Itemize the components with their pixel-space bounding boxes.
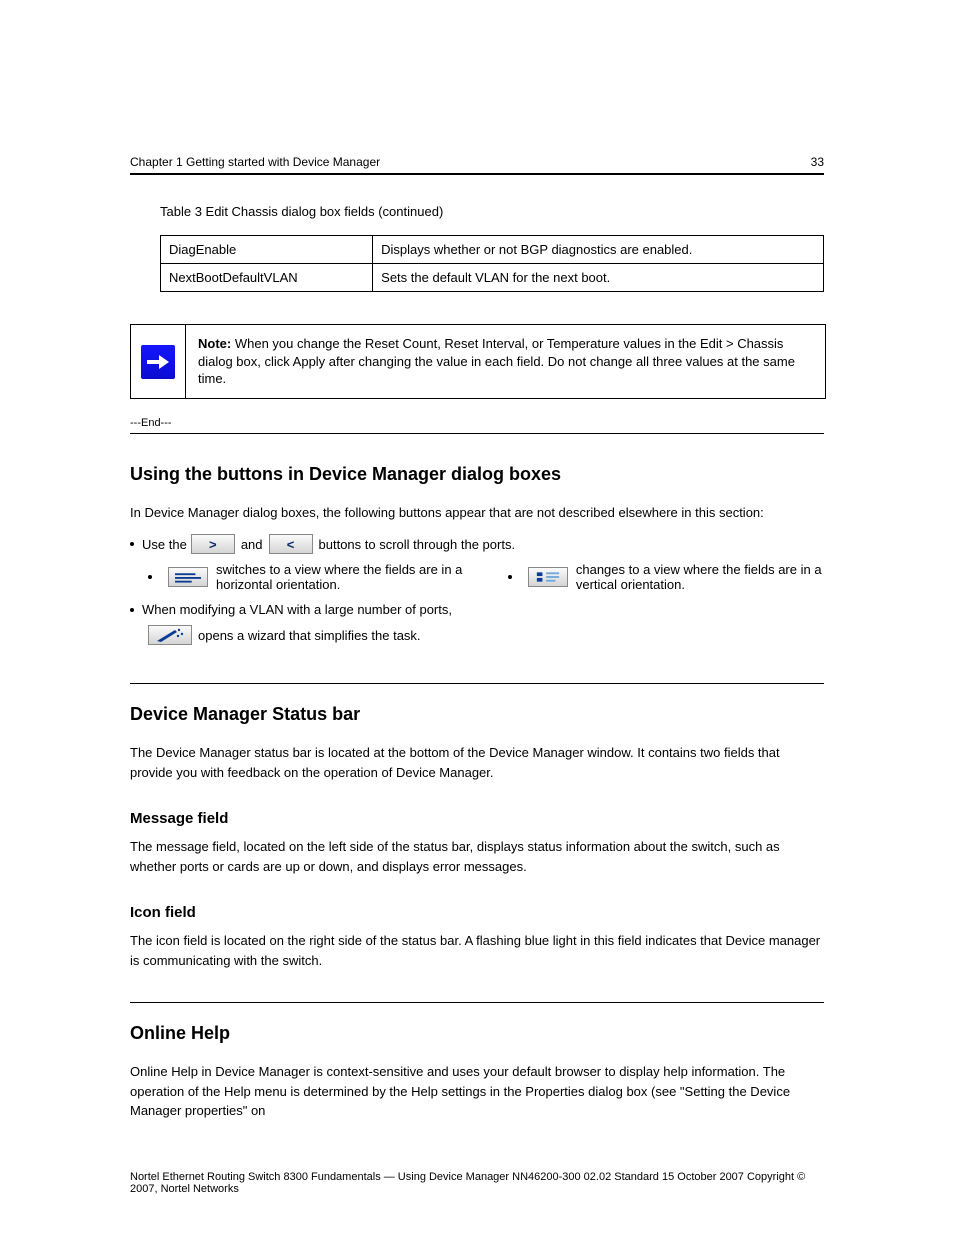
- section-intro: In Device Manager dialog boxes, the foll…: [130, 503, 824, 523]
- subsection-heading: Icon field: [130, 904, 824, 921]
- vertical-view-icon: [528, 567, 568, 587]
- section-rule: [130, 1002, 824, 1003]
- paragraph: Online Help in Device Manager is context…: [130, 1062, 824, 1121]
- cell-field-label: DiagEnable: [161, 236, 373, 264]
- bullet-dot: [148, 575, 152, 579]
- note-box: Note: When you change the Reset Count, R…: [130, 324, 826, 399]
- section-heading: Device Manager Status bar: [130, 704, 824, 725]
- horizontal-view-icon: [168, 567, 208, 587]
- cell-field-label: NextBootDefaultVLAN: [161, 264, 373, 292]
- table-row: NextBootDefaultVLAN Sets the default VLA…: [161, 264, 824, 292]
- section-rule: [130, 433, 824, 434]
- subsection-heading: Message field: [130, 810, 824, 827]
- paragraph: The Device Manager status bar is located…: [130, 743, 824, 782]
- header-rule: [130, 173, 824, 175]
- fields-table: DiagEnable Displays whether or not BGP d…: [160, 235, 824, 292]
- arrow-right-icon: [141, 345, 175, 379]
- paragraph: The icon field is located on the right s…: [130, 931, 824, 970]
- wizard-icon: [148, 625, 192, 645]
- note-text: Note: When you change the Reset Count, R…: [186, 325, 825, 398]
- bullet-dot: [130, 542, 134, 546]
- prev-button-icon: <: [269, 534, 313, 554]
- cell-field-desc: Displays whether or not BGP diagnostics …: [373, 236, 824, 264]
- paragraph: The message field, located on the left s…: [130, 837, 824, 876]
- page-number-top: 33: [811, 155, 824, 169]
- section-heading: Online Help: [130, 1023, 824, 1044]
- section-heading: Using the buttons in Device Manager dial…: [130, 464, 824, 485]
- chapter-indicator: Chapter 1 Getting started with Device Ma…: [130, 155, 380, 169]
- table-caption: Table 3 Edit Chassis dialog box fields (…: [160, 203, 824, 221]
- section-rule: [130, 683, 824, 684]
- cell-field-desc: Sets the default VLAN for the next boot.: [373, 264, 824, 292]
- footer: Nortel Ethernet Routing Switch 8300 Fund…: [130, 1171, 824, 1195]
- bullet-dot: [508, 575, 512, 579]
- next-button-icon: >: [191, 534, 235, 554]
- bullet-dot: [130, 608, 134, 612]
- section-end-marker: ---End---: [130, 417, 824, 429]
- table-row: DiagEnable Displays whether or not BGP d…: [161, 236, 824, 264]
- page-header: Chapter 1 Getting started with Device Ma…: [130, 0, 824, 169]
